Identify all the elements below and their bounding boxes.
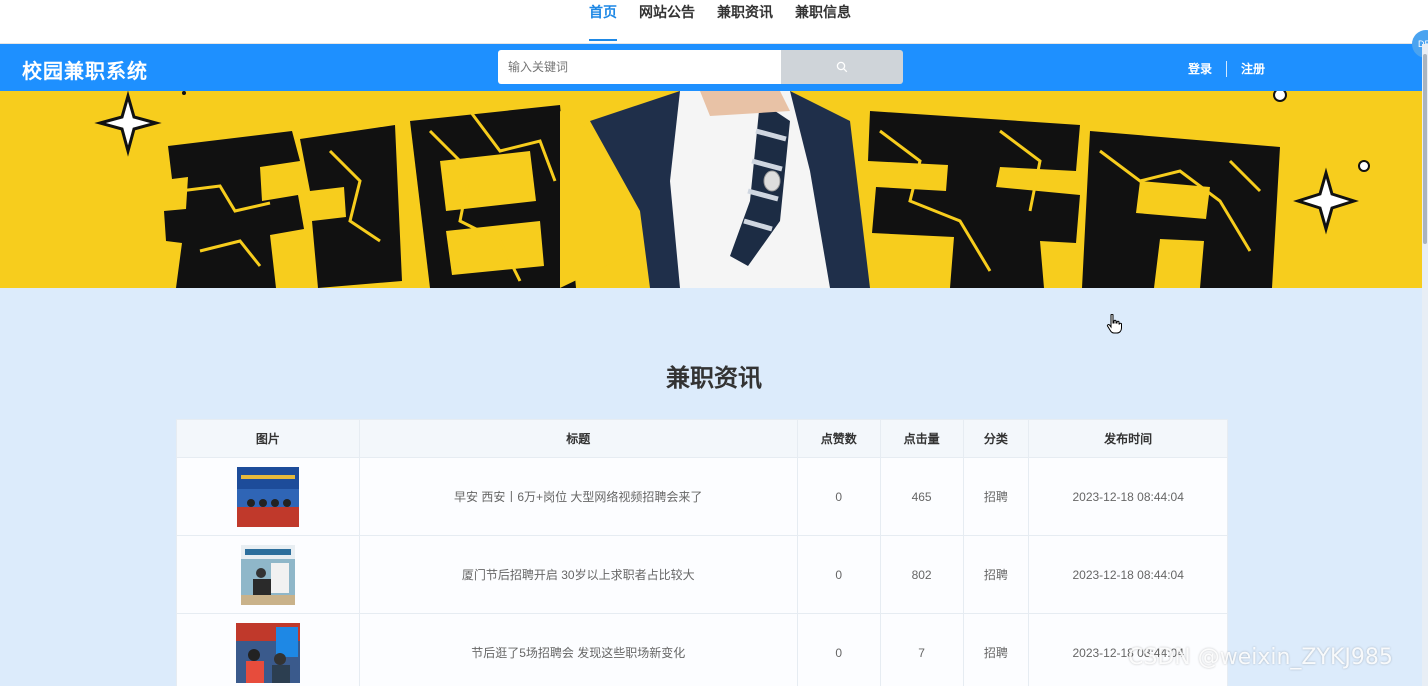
row-title[interactable]: 节后逛了5场招聘会 发现这些职场新变化 bbox=[360, 614, 798, 686]
row-clicks: 465 bbox=[881, 458, 964, 535]
table-header-row: 图片 标题 点赞数 点击量 分类 发布时间 bbox=[177, 420, 1227, 458]
register-link[interactable]: 注册 bbox=[1241, 60, 1265, 77]
row-image-cell bbox=[177, 614, 360, 686]
table-row[interactable]: 厦门节后招聘开启 30岁以上求职者占比较大 0 802 招聘 2023-12-1… bbox=[177, 536, 1227, 614]
hand-cursor-icon bbox=[1106, 314, 1122, 334]
table-row[interactable]: 早安 西安丨6万+岗位 大型网络视频招聘会来了 0 465 招聘 2023-12… bbox=[177, 458, 1227, 536]
auth-links: 登录 注册 bbox=[1188, 60, 1265, 77]
row-likes: 0 bbox=[798, 536, 881, 613]
banner-artwork bbox=[0, 91, 1424, 288]
table-body: 早安 西安丨6万+岗位 大型网络视频招聘会来了 0 465 招聘 2023-12… bbox=[177, 458, 1227, 686]
header-bar: 校园兼职系统 登录 注册 bbox=[0, 44, 1428, 91]
column-header-date: 发布时间 bbox=[1104, 432, 1153, 446]
row-likes: 0 bbox=[798, 614, 881, 686]
search-button[interactable] bbox=[781, 50, 903, 84]
row-image-cell bbox=[177, 536, 360, 613]
top-nav: 首页 网站公告 兼职资讯 兼职信息 bbox=[0, 0, 1428, 44]
column-header-image: 图片 bbox=[177, 420, 360, 457]
row-image-cell bbox=[177, 458, 360, 535]
tab-job-info[interactable]: 兼职信息 bbox=[795, 0, 851, 41]
row-clicks: 802 bbox=[881, 536, 964, 613]
row-date: 2023-12-18 08:44:04 bbox=[1072, 489, 1184, 504]
search-bar bbox=[498, 50, 903, 84]
nav-tabs: 首页 网站公告 兼职资讯 兼职信息 bbox=[589, 0, 851, 44]
news-thumbnail[interactable] bbox=[236, 466, 299, 527]
news-thumbnail[interactable] bbox=[240, 544, 295, 605]
site-logo[interactable]: 校园兼职系统 bbox=[22, 55, 148, 84]
row-clicks: 7 bbox=[881, 614, 964, 686]
watermark-text: CSDN @weixin_ZYKJ985 bbox=[1128, 645, 1393, 670]
tab-home[interactable]: 首页 bbox=[589, 0, 617, 41]
scrollbar-thumb[interactable] bbox=[1423, 54, 1427, 244]
login-link[interactable]: 登录 bbox=[1188, 60, 1212, 77]
row-date: 2023-12-18 08:44:04 bbox=[1072, 567, 1184, 582]
tab-job-news[interactable]: 兼职资讯 bbox=[717, 0, 773, 41]
column-header-likes: 点赞数 bbox=[798, 420, 881, 457]
row-category: 招聘 bbox=[964, 458, 1030, 535]
row-likes: 0 bbox=[798, 458, 881, 535]
section-title: 兼职资讯 bbox=[666, 365, 762, 392]
news-table: 图片 标题 点赞数 点击量 分类 发布时间 早安 西安丨6万+岗位 大型网络视频… bbox=[176, 419, 1228, 686]
auth-divider bbox=[1226, 60, 1228, 77]
row-title[interactable]: 厦门节后招聘开启 30岁以上求职者占比较大 bbox=[360, 536, 798, 613]
column-header-title: 标题 bbox=[360, 420, 798, 457]
search-icon bbox=[836, 61, 848, 73]
table-row[interactable]: 节后逛了5场招聘会 发现这些职场新变化 0 7 招聘 2023-12-18 08… bbox=[177, 614, 1227, 686]
news-thumbnail[interactable] bbox=[235, 622, 300, 683]
column-header-clicks: 点击量 bbox=[881, 420, 964, 457]
tab-announcements[interactable]: 网站公告 bbox=[639, 0, 695, 41]
hero-banner bbox=[0, 91, 1424, 288]
row-category: 招聘 bbox=[964, 536, 1030, 613]
row-category: 招聘 bbox=[964, 614, 1030, 686]
row-title[interactable]: 早安 西安丨6万+岗位 大型网络视频招聘会来了 bbox=[360, 458, 798, 535]
column-header-category: 分类 bbox=[964, 420, 1030, 457]
search-input[interactable] bbox=[498, 50, 781, 84]
